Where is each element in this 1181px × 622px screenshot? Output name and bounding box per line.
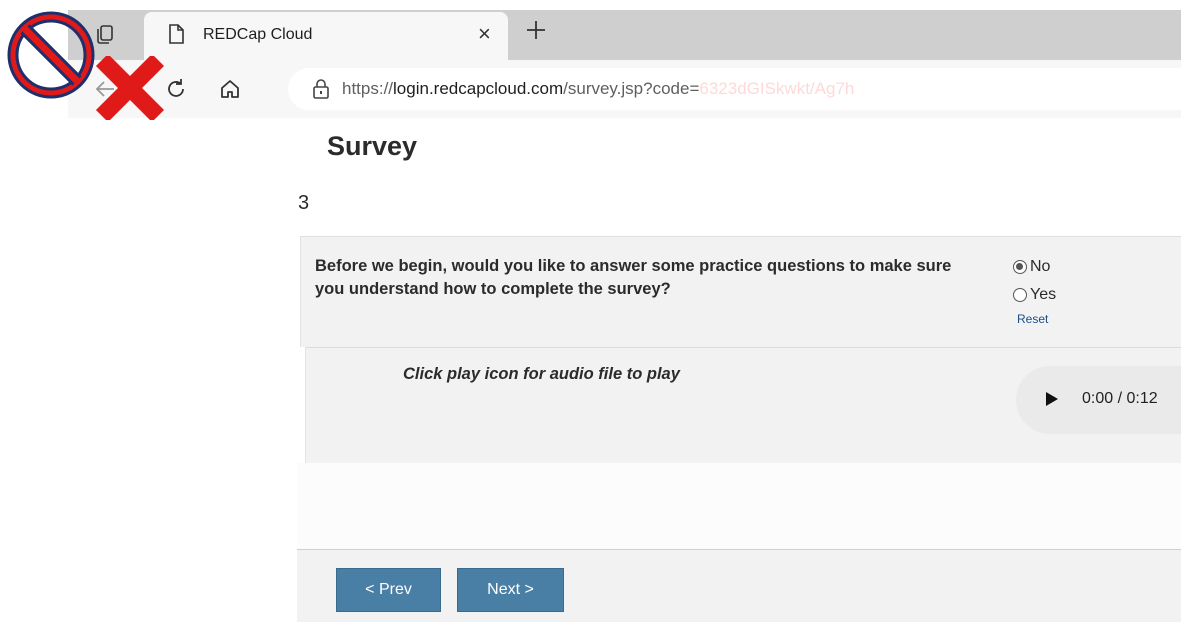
browser-window: REDCap Cloud × https://login.redcapcloud… — [0, 0, 1181, 622]
question-row: Before we begin, would you like to answe… — [300, 236, 1181, 347]
radio-button[interactable] — [1013, 260, 1027, 274]
radio-label: No — [1030, 258, 1051, 275]
audio-instruction: Click play icon for audio file to play — [403, 365, 680, 383]
url-prefix: https:// — [342, 79, 394, 98]
survey-footer: < Prev Next > — [297, 549, 1181, 622]
lock-icon[interactable] — [312, 78, 330, 105]
url-path: /survey.jsp?code= — [563, 79, 700, 98]
reset-link[interactable]: Reset — [1017, 312, 1048, 326]
audio-time: 0:00 / 0:12 — [1082, 390, 1158, 407]
radio-label: Yes — [1030, 286, 1057, 303]
radio-option-yes[interactable]: Yes — [1013, 286, 1056, 304]
audio-player[interactable]: 0:00 / 0:12 — [1016, 366, 1181, 434]
content-spacer — [297, 463, 1181, 549]
new-tab-icon[interactable] — [524, 18, 548, 47]
prev-button[interactable]: < Prev — [336, 568, 441, 612]
survey-number: 3 — [298, 192, 310, 214]
url-redacted-code: 6323dGISkwkt/Ag7h — [699, 79, 855, 98]
navigation-bar: https://login.redcapcloud.com/survey.jsp… — [68, 60, 1181, 118]
play-icon[interactable] — [1046, 392, 1058, 406]
audio-row: Click play icon for audio file to play 0… — [305, 347, 1181, 464]
page-title: Survey — [327, 131, 418, 161]
url-text[interactable]: https://login.redcapcloud.com/survey.jsp… — [342, 79, 854, 99]
close-tab-icon[interactable]: × — [478, 23, 491, 45]
radio-option-no[interactable]: No — [1013, 258, 1050, 276]
page-icon — [168, 24, 184, 49]
browser-tab[interactable]: REDCap Cloud × — [144, 12, 508, 60]
tab-title: REDCap Cloud — [203, 26, 313, 43]
tab-strip: REDCap Cloud × — [68, 10, 1181, 60]
tab-actions-icon[interactable] — [94, 23, 116, 50]
radio-button[interactable] — [1013, 288, 1027, 302]
next-button[interactable]: Next > — [457, 568, 564, 612]
home-icon[interactable] — [218, 77, 242, 106]
prohibited-icon — [5, 9, 97, 106]
url-host: login.redcapcloud.com — [393, 79, 564, 98]
question-text: Before we begin, would you like to answe… — [315, 257, 952, 298]
red-x-icon — [92, 53, 168, 125]
address-bar[interactable]: https://login.redcapcloud.com/survey.jsp… — [288, 68, 1181, 110]
